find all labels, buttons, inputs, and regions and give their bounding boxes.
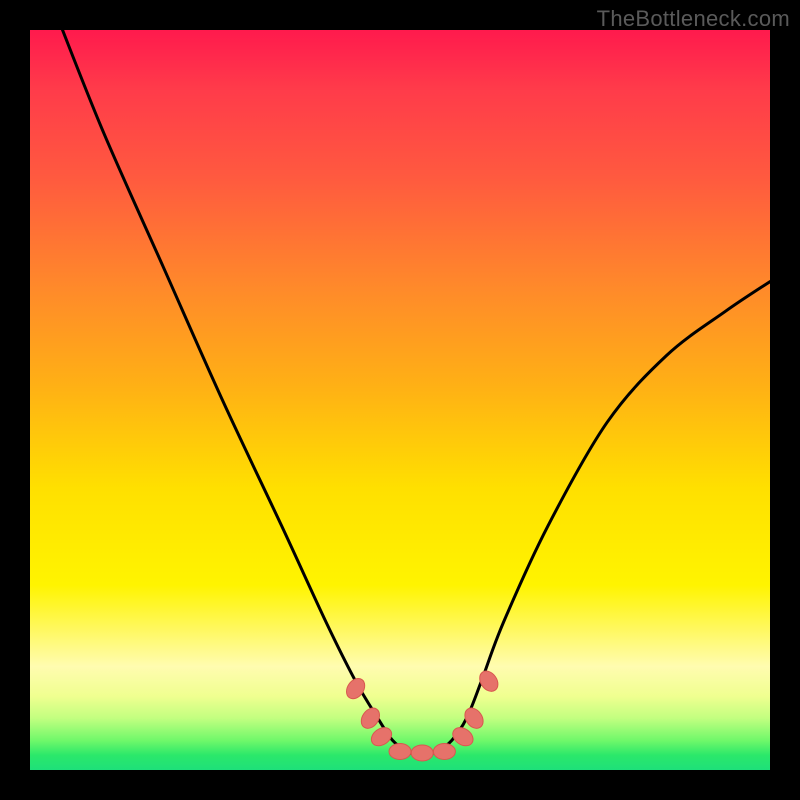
- plot-area: [30, 30, 770, 770]
- curve-marker: [433, 744, 455, 760]
- bottleneck-curve: [60, 23, 770, 756]
- curve-marker: [476, 668, 502, 695]
- curve-marker: [358, 705, 384, 732]
- curve-markers: [343, 668, 502, 761]
- curve-svg: [30, 30, 770, 770]
- curve-marker: [389, 744, 411, 760]
- curve-marker: [461, 705, 487, 732]
- chart-frame: TheBottleneck.com: [0, 0, 800, 800]
- watermark-text: TheBottleneck.com: [597, 6, 790, 32]
- curve-marker: [411, 745, 433, 761]
